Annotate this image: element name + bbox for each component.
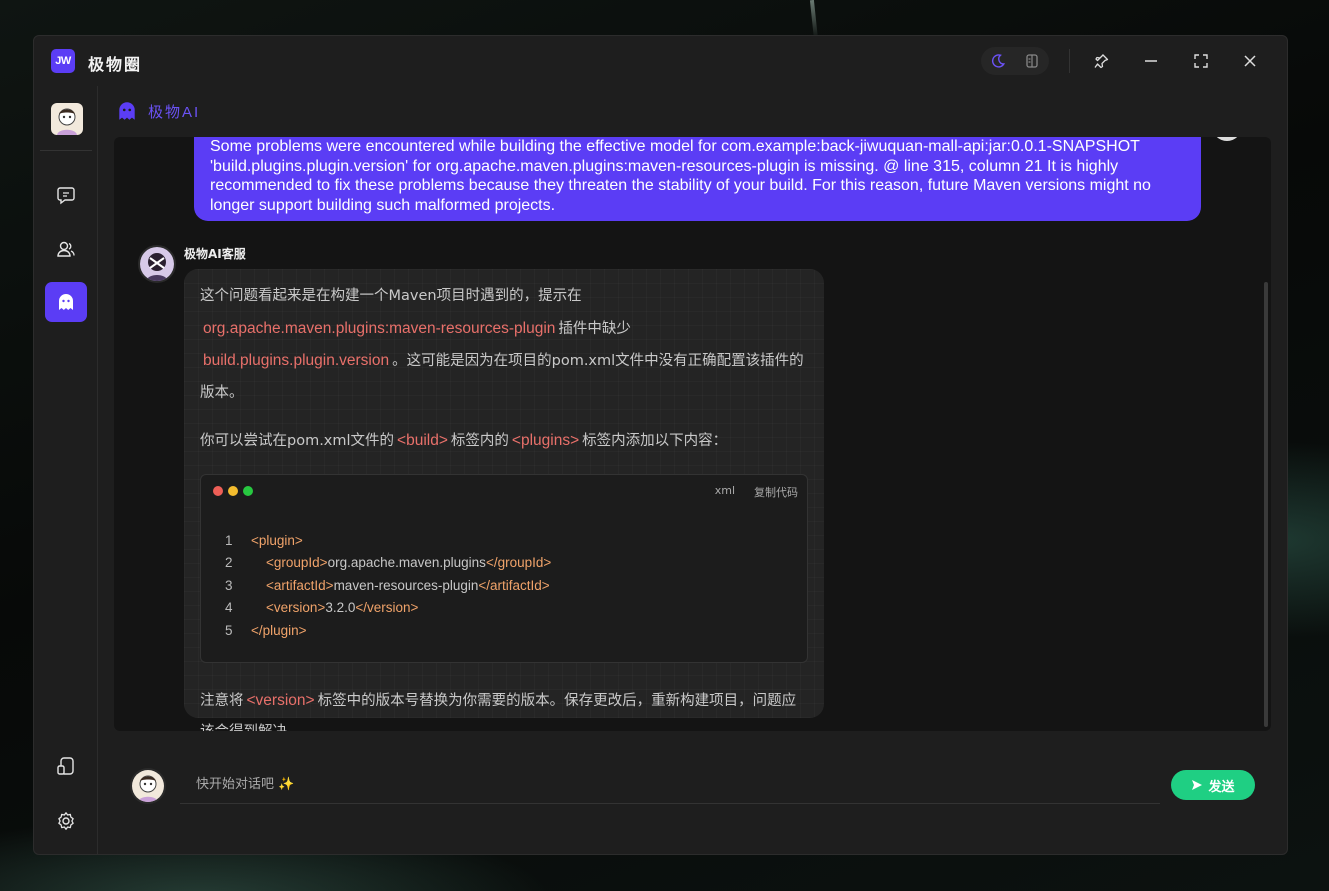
xml-tag: <version> bbox=[266, 600, 326, 615]
device-icon bbox=[57, 757, 74, 775]
dot-yellow bbox=[228, 485, 238, 496]
code-line: 5 </plugin> bbox=[225, 620, 551, 643]
ghost-icon bbox=[59, 294, 73, 310]
input-underline bbox=[180, 803, 1160, 804]
moon-icon[interactable] bbox=[984, 47, 1012, 75]
code-language: xml bbox=[714, 483, 735, 497]
code-line: 2 <groupId> org.apache.maven.plugins </gro… bbox=[225, 552, 551, 575]
answer-text: 插件中缺少 bbox=[558, 320, 631, 337]
dot-red bbox=[213, 485, 223, 496]
input-area: 发送 bbox=[98, 731, 1287, 854]
code-block: xml 复制代码 1 <plugin> 2 <groupId> org.apache.… bbox=[200, 473, 808, 663]
dot-green bbox=[243, 485, 253, 496]
minimize-icon[interactable] bbox=[1139, 49, 1163, 73]
chat-title: 极物AI bbox=[148, 103, 201, 121]
sidebar bbox=[34, 86, 98, 854]
inline-code: org.apache.maven.plugins:maven-resources… bbox=[203, 319, 556, 337]
user-message: Some problems were encountered while bui… bbox=[194, 137, 1201, 221]
answer-text: 注意将 bbox=[200, 692, 244, 709]
sidebar-toggle-icon[interactable] bbox=[1018, 47, 1046, 75]
code-line: 3 <artifactId> maven-resources-plugin </ar… bbox=[225, 575, 551, 598]
chat-header: 极物AI bbox=[116, 100, 200, 122]
chat-input[interactable] bbox=[196, 773, 696, 795]
close-icon[interactable] bbox=[1238, 49, 1262, 73]
xml-tag: </plugin> bbox=[251, 622, 307, 638]
send-icon bbox=[1192, 780, 1203, 790]
ghost-icon bbox=[119, 102, 135, 120]
message-list[interactable]: Some problems were encountered while bui… bbox=[114, 137, 1271, 731]
titlebar[interactable]: JW 极物圈 bbox=[34, 36, 1287, 86]
bot-message: 这个问题看起来是在构建一个Maven项目时遇到的，提示在 org.apache.m… bbox=[184, 269, 824, 731]
sidebar-item-chat[interactable] bbox=[45, 175, 87, 215]
code-line: 1 <plugin> bbox=[225, 530, 551, 553]
answer-paragraph-2: 你可以尝试在pom.xml文件的 <build> 标签内的 <plugins> 标签内添… bbox=[200, 425, 808, 458]
answer-text: 这个问题看起来是在构建一个Maven项目时遇到的，提示在 bbox=[200, 288, 582, 304]
xml-value: 3.2.0 bbox=[325, 600, 356, 615]
code-line: 4 <version> 3.2.0 </version> bbox=[225, 597, 551, 620]
answer-text: 标签内的 bbox=[450, 433, 509, 449]
inline-code: <plugins> bbox=[511, 432, 580, 449]
sidebar-item-settings[interactable] bbox=[45, 801, 87, 841]
sidebar-item-contacts[interactable] bbox=[45, 229, 87, 269]
inline-code: build.plugins.plugin.version bbox=[203, 352, 390, 369]
answer-paragraph-3: 注意将 <version> 标签中的版本号替换为你需要的版本。保存更改后，重新构建项… bbox=[200, 685, 808, 732]
xml-tag: <plugin> bbox=[251, 532, 303, 548]
xml-tag: </groupId> bbox=[485, 555, 552, 570]
app-window: JW 极物圈 极物AI Some problems were encounter… bbox=[33, 35, 1288, 855]
xml-tag: </version> bbox=[355, 600, 419, 615]
answer-text: 你可以尝试在pom.xml文件的 bbox=[200, 433, 395, 449]
answer-paragraph-1: 这个问题看起来是在构建一个Maven项目时遇到的，提示在 org.apache.m… bbox=[200, 281, 808, 409]
users-icon bbox=[57, 241, 75, 257]
xml-value: org.apache.maven.plugins bbox=[327, 555, 486, 570]
xml-tag: <groupId> bbox=[266, 555, 328, 570]
sidebar-divider bbox=[40, 150, 92, 151]
gear-icon bbox=[58, 812, 74, 830]
titlebar-divider bbox=[1069, 49, 1070, 73]
avatar bbox=[130, 768, 166, 804]
pin-icon[interactable] bbox=[1089, 49, 1113, 73]
user-avatar bbox=[1212, 137, 1242, 141]
send-button[interactable]: 发送 bbox=[1171, 770, 1255, 800]
main-area: 极物AI Some problems were encountered whil… bbox=[98, 86, 1287, 854]
line-number: 3 bbox=[225, 577, 233, 593]
sidebar-item-device[interactable] bbox=[45, 746, 87, 786]
inline-code: <version> bbox=[246, 691, 315, 709]
answer-text: 标签内添加以下内容： bbox=[582, 433, 728, 449]
app-title: 极物圈 bbox=[88, 55, 143, 74]
line-number: 1 bbox=[225, 532, 233, 548]
bot-name: 极物AI客服 bbox=[184, 247, 246, 261]
maximize-icon[interactable] bbox=[1189, 49, 1213, 73]
xml-value: maven-resources-plugin bbox=[333, 577, 479, 593]
sidebar-item-ai[interactable] bbox=[45, 282, 87, 322]
code-lines: 1 <plugin> 2 <groupId> org.apache.maven.plu… bbox=[225, 530, 551, 643]
line-number: 2 bbox=[225, 555, 233, 570]
theme-toggle[interactable] bbox=[981, 47, 1049, 75]
message-icon bbox=[57, 187, 75, 205]
avatar[interactable] bbox=[51, 103, 83, 135]
inline-code: <build> bbox=[397, 432, 448, 449]
copy-code-button[interactable]: 复制代码 bbox=[754, 484, 798, 500]
line-number: 4 bbox=[225, 600, 233, 615]
line-number: 5 bbox=[225, 622, 233, 638]
xml-tag: </artifactId> bbox=[478, 577, 550, 593]
scrollbar[interactable] bbox=[1264, 282, 1268, 727]
bot-avatar bbox=[138, 245, 176, 283]
xml-tag: <artifactId> bbox=[266, 577, 334, 593]
window-dots bbox=[213, 485, 253, 496]
send-label: 发送 bbox=[1208, 779, 1235, 795]
app-logo: JW bbox=[51, 49, 75, 73]
